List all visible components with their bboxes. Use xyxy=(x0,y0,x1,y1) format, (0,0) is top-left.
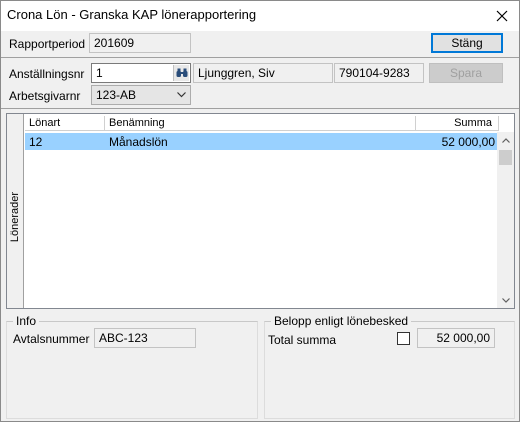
header-separator xyxy=(1,57,519,58)
save-button[interactable]: Spara xyxy=(429,63,503,83)
total-label: Total summa xyxy=(268,333,337,347)
total-checkbox[interactable] xyxy=(397,332,410,345)
employer-select[interactable]: 123-AB xyxy=(91,85,191,105)
grid-scrollbar[interactable] xyxy=(497,132,514,308)
employee-name-field: Ljunggren, Siv xyxy=(193,63,333,83)
chevron-up-icon xyxy=(501,137,510,143)
employee-search-button[interactable] xyxy=(173,65,189,81)
info-group-title: Info xyxy=(13,314,40,328)
agreement-label: Avtalsnummer xyxy=(13,332,90,346)
title-bar: Crona Lön - Granska KAP lönerapportering xyxy=(1,1,519,31)
close-icon xyxy=(496,10,508,22)
chevron-down-icon xyxy=(501,297,510,303)
column-header-code[interactable]: Lönart xyxy=(25,116,105,131)
total-amount-field: 52 000,00 xyxy=(417,328,495,348)
personal-id-field: 790104-9283 xyxy=(334,63,424,83)
column-header-amount[interactable]: Summa xyxy=(416,116,499,131)
row-name: Månadslön xyxy=(109,135,168,149)
period-field: 201609 xyxy=(89,33,191,53)
employer-label: Arbetsgivarnr xyxy=(9,89,81,103)
period-label: Rapportperiod xyxy=(9,37,86,51)
scrollbar-thumb[interactable] xyxy=(499,150,512,165)
employee-no-value: 1 xyxy=(96,66,103,80)
close-button[interactable]: Stäng xyxy=(431,33,503,53)
employer-value: 123-AB xyxy=(96,88,137,102)
wage-rows-tab-label: Lönerader xyxy=(9,192,21,243)
employee-no-label: Anställningsnr xyxy=(9,67,85,81)
window-title: Crona Lön - Granska KAP lönerapportering xyxy=(7,7,257,22)
wage-rows-panel: Lönerader Lönart Benämning Summa 12 Måna… xyxy=(6,113,515,309)
scroll-down-button[interactable] xyxy=(497,292,514,308)
payslip-group-title: Belopp enligt lönebesked xyxy=(271,314,412,328)
grid-separator xyxy=(1,108,519,109)
row-amount: 52 000,00 xyxy=(441,135,495,149)
app-window: Crona Lön - Granska KAP lönerapportering… xyxy=(0,0,520,422)
agreement-field: ABC-123 xyxy=(94,328,196,348)
table-row[interactable]: 12 Månadslön 52 000,00 xyxy=(25,133,499,150)
binoculars-icon xyxy=(176,68,187,77)
chevron-down-icon xyxy=(177,92,186,98)
column-header-name[interactable]: Benämning xyxy=(105,116,416,131)
window-close-button[interactable] xyxy=(485,1,519,31)
employee-no-input[interactable]: 1 xyxy=(91,63,191,83)
row-code: 12 xyxy=(29,135,43,149)
wage-rows-tab[interactable]: Lönerader xyxy=(7,114,24,308)
scroll-up-button[interactable] xyxy=(497,132,514,148)
